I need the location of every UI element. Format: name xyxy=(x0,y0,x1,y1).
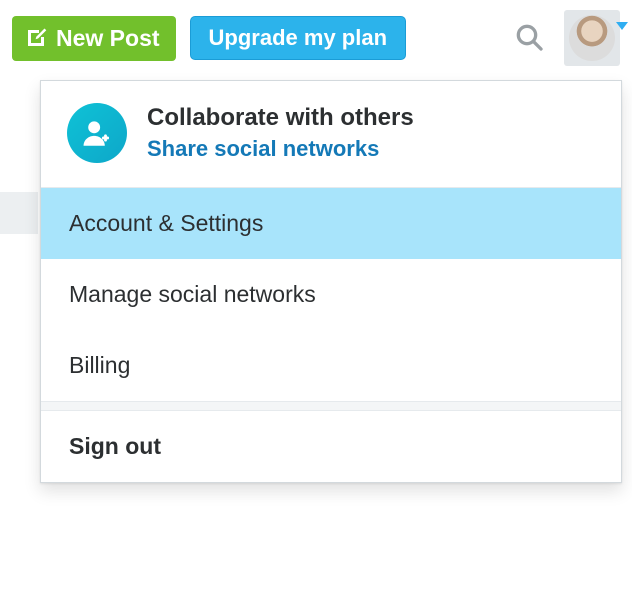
menu-header: Collaborate with others Share social net… xyxy=(41,81,621,188)
compose-icon xyxy=(24,26,48,50)
new-post-label: New Post xyxy=(56,25,160,52)
account-avatar-button[interactable] xyxy=(564,10,620,66)
share-social-networks-link[interactable]: Share social networks xyxy=(147,136,414,162)
search-icon xyxy=(513,21,545,56)
menu-header-title: Collaborate with others xyxy=(147,104,414,132)
new-post-button[interactable]: New Post xyxy=(12,16,176,61)
menu-item-account-settings[interactable]: Account & Settings xyxy=(41,188,621,259)
menu-item-label: Account & Settings xyxy=(69,210,263,236)
add-user-icon xyxy=(67,103,127,163)
menu-item-sign-out[interactable]: Sign out xyxy=(41,411,621,482)
menu-header-text: Collaborate with others Share social net… xyxy=(147,104,414,162)
sidebar-stub xyxy=(0,192,38,234)
menu-item-label: Billing xyxy=(69,352,130,378)
upgrade-plan-button[interactable]: Upgrade my plan xyxy=(190,16,406,60)
menu-divider xyxy=(41,401,621,411)
menu-item-billing[interactable]: Billing xyxy=(41,330,621,401)
search-button[interactable] xyxy=(508,17,550,59)
top-toolbar: New Post Upgrade my plan xyxy=(0,0,632,80)
menu-item-manage-social-networks[interactable]: Manage social networks xyxy=(41,259,621,330)
account-dropdown-menu: Collaborate with others Share social net… xyxy=(40,80,622,483)
avatar xyxy=(569,15,615,61)
menu-item-label: Manage social networks xyxy=(69,281,316,307)
menu-item-label: Sign out xyxy=(69,433,161,459)
upgrade-plan-label: Upgrade my plan xyxy=(209,25,387,50)
chevron-down-icon xyxy=(616,22,628,30)
